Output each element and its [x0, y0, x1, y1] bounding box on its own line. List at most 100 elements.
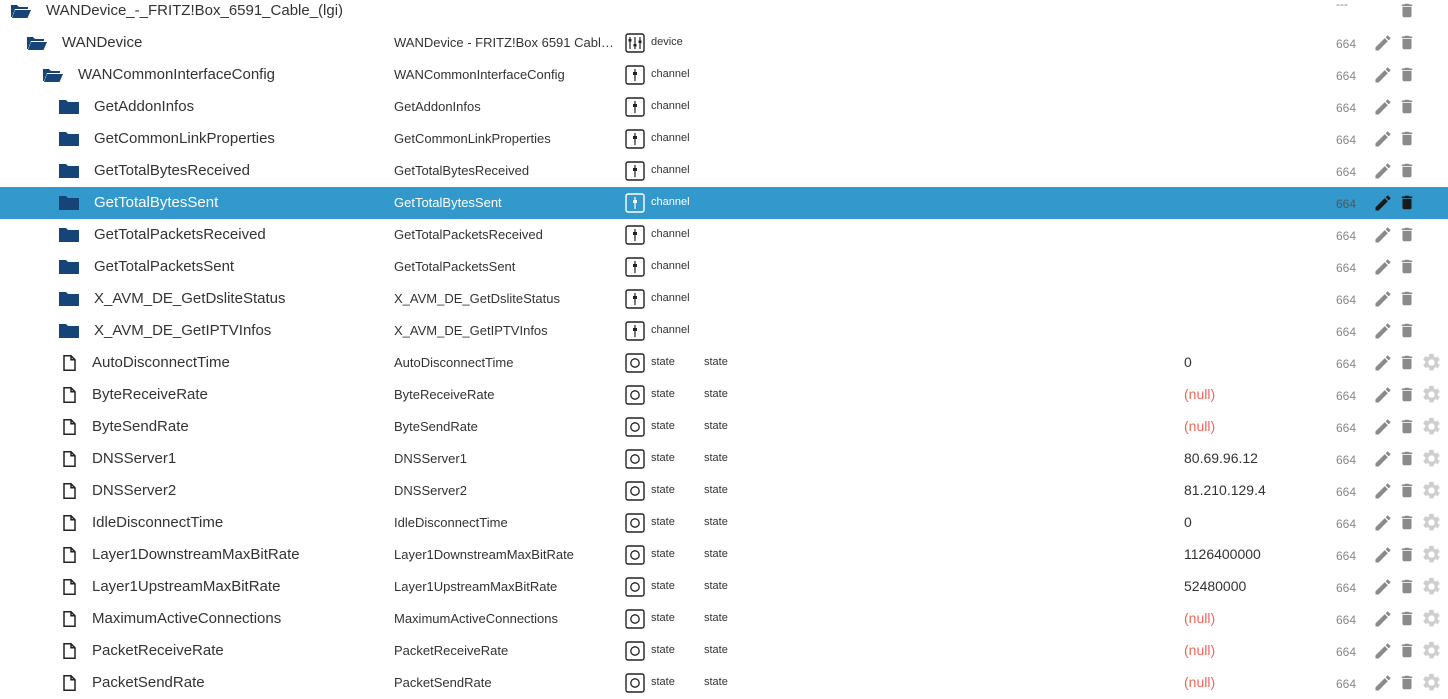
tree-row-dnsserver1[interactable]: DNSServer1 DNSServer1 state state 80.69.… [0, 443, 1448, 475]
delete-trash-icon[interactable] [1398, 288, 1416, 309]
edit-pencil-icon[interactable] [1373, 641, 1393, 661]
tree-row-packetsendrate[interactable]: PacketSendRate PacketSendRate state stat… [0, 667, 1448, 699]
tree-row-idledisconnecttime[interactable]: IdleDisconnectTime IdleDisconnectTime st… [0, 507, 1448, 539]
tree-row-gettotalpacketssent[interactable]: GetTotalPacketsSent GetTotalPacketsSent … [0, 251, 1448, 283]
object-name: X_AVM_DE_GetDsliteStatus [94, 290, 286, 307]
edit-pencil-icon[interactable] [1373, 417, 1393, 437]
edit-pencil-icon[interactable] [1373, 449, 1393, 469]
tree-row-bytereceiverate[interactable]: ByteReceiveRate ByteReceiveRate state st… [0, 379, 1448, 411]
acl-value: 664 [1336, 37, 1357, 51]
object-type: device [651, 36, 683, 48]
edit-pencil-icon[interactable] [1373, 225, 1393, 245]
edit-pencil-icon[interactable] [1373, 65, 1393, 85]
object-value[interactable]: (null) [1184, 674, 1215, 690]
edit-pencil-icon[interactable] [1373, 193, 1393, 213]
tree-row-wandevice-fritz-box-6591-cable-lgi[interactable]: WANDevice_-_FRITZ!Box_6591_Cable_(lgi) -… [0, 0, 1448, 27]
tree-row-maximumactiveconnections[interactable]: MaximumActiveConnections MaximumActiveCo… [0, 603, 1448, 635]
edit-pencil-icon[interactable] [1373, 161, 1393, 181]
tree-row-gettotalpacketsreceived[interactable]: GetTotalPacketsReceived GetTotalPacketsR… [0, 219, 1448, 251]
object-value[interactable]: (null) [1184, 418, 1215, 434]
tree-row-x-avm-de-getdslitestatus[interactable]: X_AVM_DE_GetDsliteStatus X_AVM_DE_GetDsl… [0, 283, 1448, 315]
delete-trash-icon[interactable] [1398, 32, 1416, 53]
object-description: GetTotalBytesReceived [394, 163, 530, 178]
tree-row-getaddoninfos[interactable]: GetAddonInfos GetAddonInfos channel 664 [0, 91, 1448, 123]
edit-pencil-icon[interactable] [1373, 321, 1393, 341]
edit-pencil-icon[interactable] [1373, 577, 1393, 597]
delete-trash-icon[interactable] [1398, 320, 1416, 341]
edit-pencil-icon[interactable] [1373, 513, 1393, 533]
delete-trash-icon[interactable] [1398, 672, 1416, 693]
delete-trash-icon[interactable] [1398, 384, 1416, 405]
settings-gear-icon[interactable] [1421, 352, 1442, 373]
object-type: state [651, 580, 675, 592]
edit-pencil-icon[interactable] [1373, 353, 1393, 373]
tree-row-gettotalbytesreceived[interactable]: GetTotalBytesReceived GetTotalBytesRecei… [0, 155, 1448, 187]
tree-row-wandevice[interactable]: WANDevice WANDevice - FRITZ!Box 6591 Cab… [0, 27, 1448, 59]
settings-gear-icon[interactable] [1421, 448, 1442, 469]
edit-pencil-icon[interactable] [1373, 97, 1393, 117]
tree-row-getcommonlinkproperties[interactable]: GetCommonLinkProperties GetCommonLinkPro… [0, 123, 1448, 155]
delete-trash-icon[interactable] [1398, 224, 1416, 245]
settings-gear-icon[interactable] [1421, 544, 1442, 565]
state-icon [625, 577, 645, 597]
edit-pencil-icon[interactable] [1373, 673, 1393, 693]
delete-trash-icon[interactable] [1398, 64, 1416, 85]
object-description: PacketSendRate [394, 675, 492, 690]
acl-value: 664 [1336, 645, 1357, 659]
object-value[interactable]: 80.69.96.12 [1184, 450, 1258, 466]
tree-row-dnsserver2[interactable]: DNSServer2 DNSServer2 state state 81.210… [0, 475, 1448, 507]
tree-row-wancommoninterfaceconfig[interactable]: WANCommonInterfaceConfig WANCommonInterf… [0, 59, 1448, 91]
settings-gear-icon[interactable] [1421, 608, 1442, 629]
tree-row-layer1downstreammaxbitrate[interactable]: Layer1DownstreamMaxBitRate Layer1Downstr… [0, 539, 1448, 571]
folder-open-icon [11, 5, 31, 18]
delete-trash-icon[interactable] [1398, 256, 1416, 277]
tree-row-layer1upstreammaxbitrate[interactable]: Layer1UpstreamMaxBitRate Layer1UpstreamM… [0, 571, 1448, 603]
settings-gear-icon[interactable] [1421, 512, 1442, 533]
delete-trash-icon[interactable] [1398, 416, 1416, 437]
settings-gear-icon[interactable] [1421, 416, 1442, 437]
settings-gear-icon[interactable] [1421, 640, 1442, 661]
delete-trash-icon[interactable] [1398, 160, 1416, 181]
tree-row-gettotalbytessent[interactable]: GetTotalBytesSent GetTotalBytesSent chan… [0, 187, 1448, 219]
edit-pencil-icon[interactable] [1373, 609, 1393, 629]
object-value[interactable]: (null) [1184, 386, 1215, 402]
delete-trash-icon[interactable] [1398, 640, 1416, 661]
delete-trash-icon[interactable] [1398, 608, 1416, 629]
delete-trash-icon[interactable] [1398, 576, 1416, 597]
delete-trash-icon[interactable] [1398, 448, 1416, 469]
settings-gear-icon[interactable] [1421, 384, 1442, 405]
object-type: channel [651, 292, 690, 304]
object-value[interactable]: 81.210.129.4 [1184, 482, 1266, 498]
edit-pencil-icon[interactable] [1373, 289, 1393, 309]
object-name: Layer1DownstreamMaxBitRate [92, 546, 300, 563]
delete-trash-icon[interactable] [1398, 480, 1416, 501]
edit-pencil-icon[interactable] [1373, 129, 1393, 149]
tree-row-bytesendrate[interactable]: ByteSendRate ByteSendRate state state (n… [0, 411, 1448, 443]
object-type: state [651, 484, 675, 496]
delete-trash-icon[interactable] [1398, 512, 1416, 533]
edit-pencil-icon[interactable] [1373, 481, 1393, 501]
delete-trash-icon[interactable] [1398, 544, 1416, 565]
edit-pencil-icon[interactable] [1373, 257, 1393, 277]
object-value[interactable]: 52480000 [1184, 578, 1246, 594]
settings-gear-icon[interactable] [1421, 672, 1442, 693]
delete-trash-icon[interactable] [1398, 0, 1416, 21]
delete-trash-icon[interactable] [1398, 96, 1416, 117]
edit-pencil-icon[interactable] [1373, 385, 1393, 405]
object-value[interactable]: 0 [1184, 354, 1192, 370]
object-value[interactable]: 1126400000 [1184, 546, 1261, 562]
object-value[interactable]: (null) [1184, 642, 1215, 658]
edit-pencil-icon[interactable] [1373, 545, 1393, 565]
tree-row-packetreceiverate[interactable]: PacketReceiveRate PacketReceiveRate stat… [0, 635, 1448, 667]
object-value[interactable]: 0 [1184, 514, 1192, 530]
channel-icon [625, 289, 645, 309]
settings-gear-icon[interactable] [1421, 576, 1442, 597]
edit-pencil-icon[interactable] [1373, 33, 1393, 53]
settings-gear-icon[interactable] [1421, 480, 1442, 501]
object-value[interactable]: (null) [1184, 610, 1215, 626]
delete-trash-icon[interactable] [1398, 352, 1416, 373]
delete-trash-icon[interactable] [1398, 192, 1416, 213]
tree-row-x-avm-de-getiptvinfos[interactable]: X_AVM_DE_GetIPTVInfos X_AVM_DE_GetIPTVIn… [0, 315, 1448, 347]
delete-trash-icon[interactable] [1398, 128, 1416, 149]
tree-row-autodisconnecttime[interactable]: AutoDisconnectTime AutoDisconnectTime st… [0, 347, 1448, 379]
